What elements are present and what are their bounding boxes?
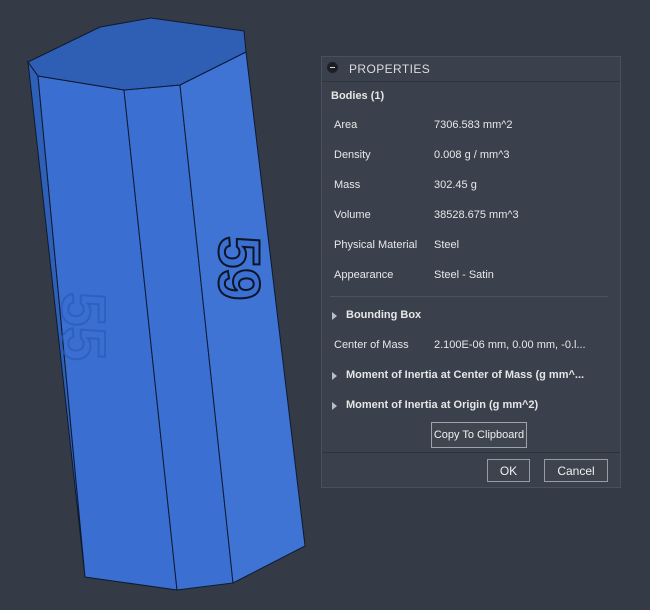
panel-header: PROPERTIES — [322, 57, 620, 82]
property-value: 2.100E-06 mm, 0.00 mm, -0.l... — [434, 339, 586, 351]
property-label: Volume — [334, 209, 371, 221]
property-row-mass: Mass 302.45 g — [322, 171, 620, 201]
property-row-physical-material: Physical Material Steel — [322, 231, 620, 261]
property-label: Area — [334, 119, 358, 131]
property-row-appearance: Appearance Steel - Satin — [322, 261, 620, 291]
footer-divider — [322, 452, 620, 453]
property-label: Physical Material — [334, 239, 418, 251]
ok-button[interactable]: OK — [487, 459, 530, 482]
property-row-area: Area 7306.583 mm^2 — [322, 111, 620, 141]
expand-triangle-icon[interactable] — [332, 312, 337, 320]
engraved-number: 59 — [206, 236, 271, 301]
back-engraving: 55 — [48, 292, 117, 361]
property-value: 7306.583 mm^2 — [434, 119, 513, 131]
property-row-volume: Volume 38528.675 mm^3 — [322, 201, 620, 231]
section-label: Bounding Box — [346, 309, 422, 321]
expand-triangle-icon[interactable] — [332, 372, 337, 380]
section-divider — [330, 296, 608, 297]
property-value: 302.45 g — [434, 179, 477, 191]
property-label: Center of Mass — [334, 339, 409, 351]
property-value: Steel - Satin — [434, 269, 494, 281]
moment-origin-section[interactable]: Moment of Inertia at Origin (g mm^2) — [322, 391, 620, 421]
cancel-button[interactable]: Cancel — [544, 459, 608, 482]
copy-to-clipboard-button[interactable]: Copy To Clipboard — [431, 422, 527, 448]
panel-title: PROPERTIES — [349, 62, 431, 76]
section-label: Moment of Inertia at Center of Mass (g m… — [346, 369, 585, 381]
property-row-center-of-mass: Center of Mass 2.100E-06 mm, 0.00 mm, -0… — [322, 331, 620, 361]
property-label: Mass — [334, 179, 361, 191]
property-value: Steel — [434, 239, 460, 251]
property-value: 0.008 g / mm^3 — [434, 149, 510, 161]
property-row-density: Density 0.008 g / mm^3 — [322, 141, 620, 171]
property-label: Appearance — [334, 269, 394, 281]
moment-center-section[interactable]: Moment of Inertia at Center of Mass (g m… — [322, 361, 620, 391]
collapse-icon[interactable] — [327, 62, 338, 73]
expand-triangle-icon[interactable] — [332, 402, 337, 410]
property-value: 38528.675 mm^3 — [434, 209, 519, 221]
property-label: Density — [334, 149, 371, 161]
bodies-header: Bodies (1) — [331, 90, 385, 102]
section-label: Moment of Inertia at Origin (g mm^2) — [346, 399, 539, 411]
bounding-box-section[interactable]: Bounding Box — [322, 301, 620, 331]
properties-panel: PROPERTIES Bodies (1) Area 7306.583 mm^2… — [321, 56, 621, 488]
